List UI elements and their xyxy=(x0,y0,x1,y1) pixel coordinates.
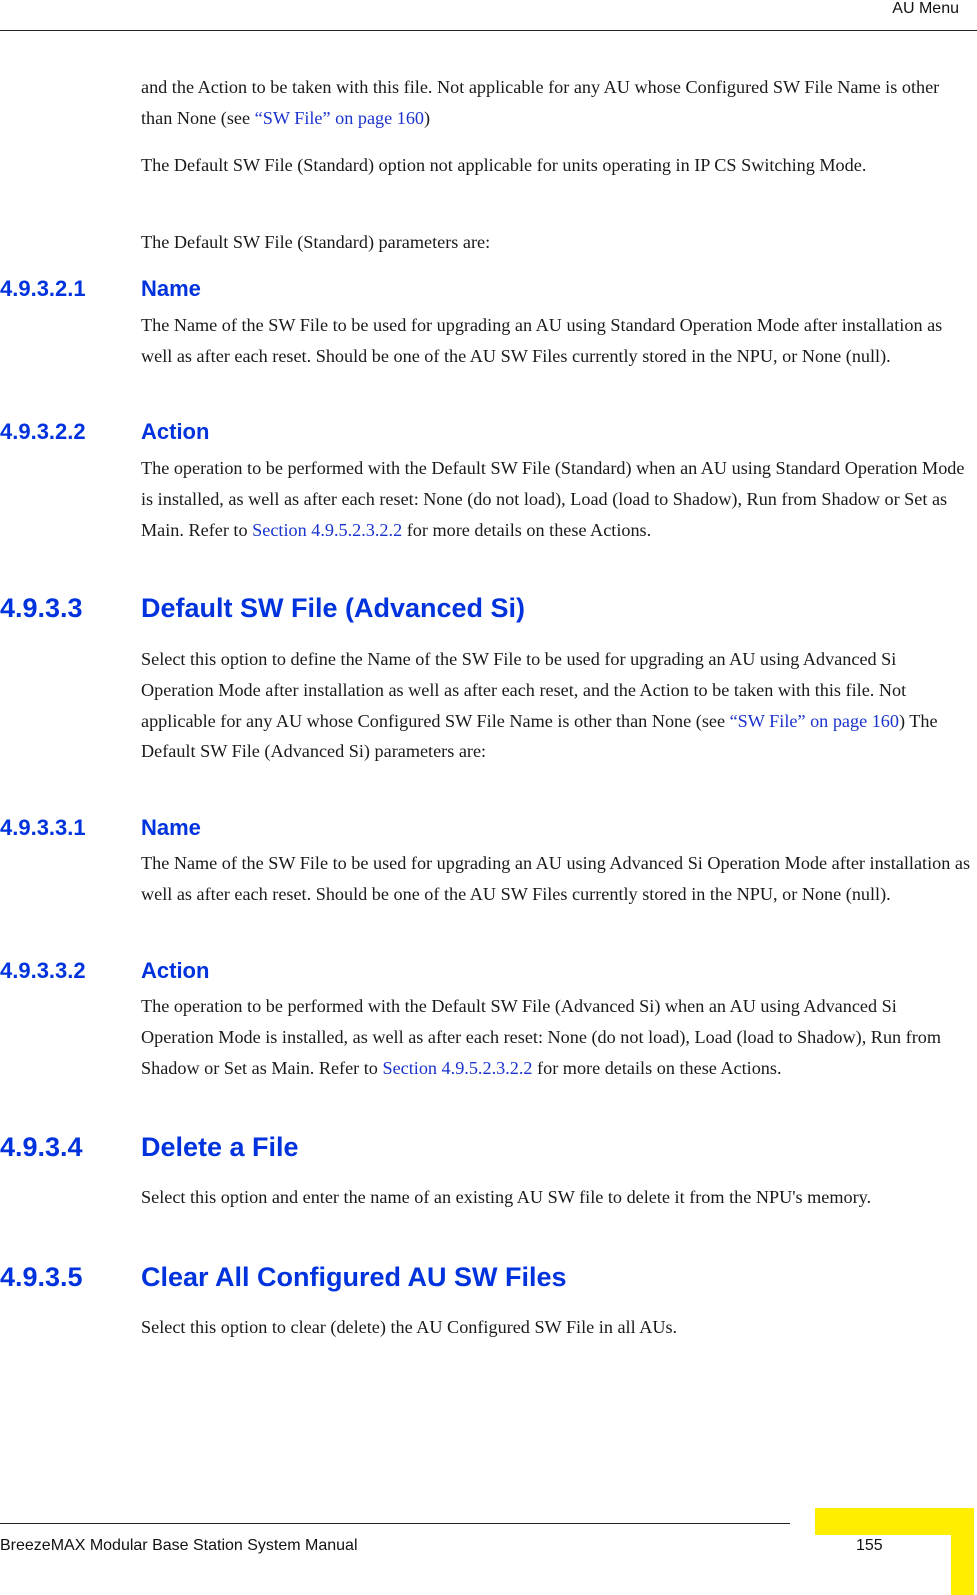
section-title: Default SW File (Advanced Si) xyxy=(141,593,526,623)
section-reference-link[interactable]: Section 4.9.5.2.3.2.2 xyxy=(252,520,402,540)
section-title: Delete a File xyxy=(141,1132,299,1162)
section-number: 4.9.3.5 xyxy=(0,1262,83,1292)
section-title: Clear All Configured AU SW Files xyxy=(141,1262,567,1292)
intro-text-end: ) xyxy=(424,107,431,128)
body-text-end: for more details on these Actions. xyxy=(402,519,652,540)
section-body-4-9-3-4: Select this option and enter the name of… xyxy=(141,1187,872,1207)
section-number: 4.9.3.3.1 xyxy=(0,815,86,840)
section-number: 4.9.3.4 xyxy=(0,1132,83,1162)
sw-file-link[interactable]: “SW File” on page 160 xyxy=(255,108,424,128)
intro-paragraph-3: The Default SW File (Standard) parameter… xyxy=(141,232,491,252)
section-body-4-9-3-5: Select this option to clear (delete) the… xyxy=(141,1317,678,1337)
section-body-4-9-3-3-1: The Name of the SW File to be used for u… xyxy=(141,853,971,904)
intro-paragraph-1: and the Action to be taken with this fil… xyxy=(141,72,971,134)
section-number: 4.9.3.2.2 xyxy=(0,419,86,444)
sw-file-link[interactable]: “SW File” on page 160 xyxy=(730,711,899,731)
section-body-4-9-3-2-2: The operation to be performed with the D… xyxy=(141,453,971,545)
running-title: AU Menu xyxy=(892,0,959,17)
header-divider xyxy=(0,30,977,31)
section-reference-link[interactable]: Section 4.9.5.2.3.2.2 xyxy=(382,1058,532,1078)
section-title: Name xyxy=(141,815,201,840)
section-body-4-9-3-2-1: The Name of the SW File to be used for u… xyxy=(141,315,943,366)
section-title: Action xyxy=(141,419,210,444)
section-number: 4.9.3.3.2 xyxy=(0,958,86,983)
section-number: 4.9.3.3 xyxy=(0,593,83,623)
section-body-4-9-3-3-2: The operation to be performed with the D… xyxy=(141,991,971,1083)
section-title: Action xyxy=(141,958,210,983)
manual-title: BreezeMAX Modular Base Station System Ma… xyxy=(0,1537,358,1554)
footer-divider xyxy=(0,1523,790,1524)
page-tab-marker-vertical xyxy=(951,1508,974,1595)
body-text-end: for more details on these Actions. xyxy=(532,1057,782,1078)
page-number: 155 xyxy=(856,1537,883,1554)
section-title: Name xyxy=(141,276,201,301)
intro-paragraph-2: The Default SW File (Standard) option no… xyxy=(141,155,867,175)
section-number: 4.9.3.2.1 xyxy=(0,276,86,301)
section-body-4-9-3-3: Select this option to define the Name of… xyxy=(141,644,971,767)
